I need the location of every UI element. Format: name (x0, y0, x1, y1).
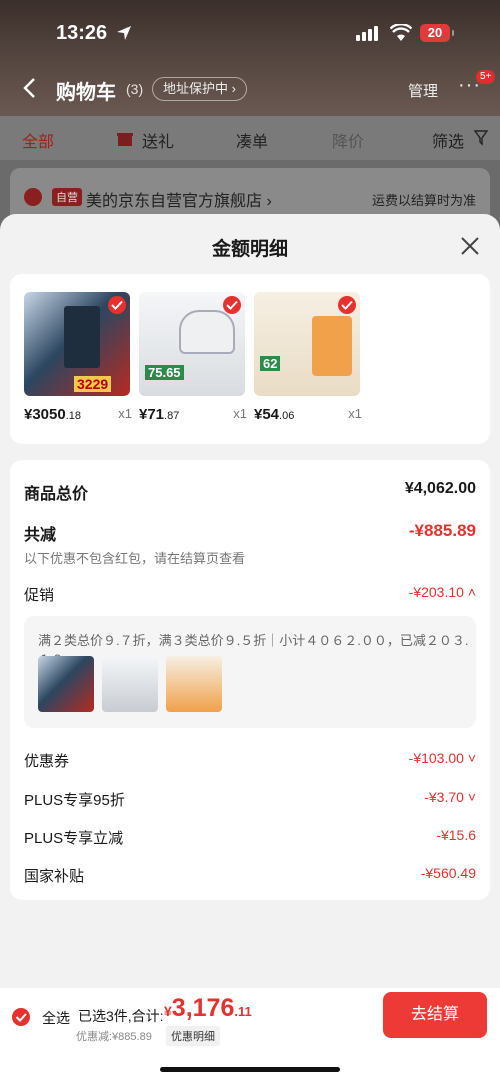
store-name[interactable]: 美的京东自营官方旗舰店 › (86, 187, 272, 211)
checkout-button[interactable]: 去结算 (383, 992, 487, 1038)
page-title: 购物车 (56, 82, 116, 104)
promo-product-thumbnail (38, 656, 94, 712)
product-qty: x1 (348, 406, 362, 421)
battery-icon: 20 (420, 24, 454, 42)
message-badge: 5+ (476, 70, 496, 84)
back-arrow-icon[interactable] (22, 76, 38, 100)
product-qty: x1 (118, 406, 132, 421)
cart-count: (3) (126, 81, 144, 97)
plus-reduce-value: -¥15.6 (436, 827, 476, 843)
status-time: 13:26 (56, 22, 108, 44)
plus95-value[interactable]: -¥3.70 ˅ (424, 789, 476, 805)
product-item[interactable]: 62 ¥54.06 x1 (254, 292, 362, 423)
product-list: 3229 ¥3050.18 x1 75.65 ¥71.87 x1 62 ¥54.… (10, 274, 490, 444)
tab-filter[interactable]: 筛选 (432, 128, 464, 152)
promo-label: 促销 (24, 587, 55, 604)
signal-icon (356, 26, 378, 41)
filter-tabs: 全部 送礼 凑单 降价 筛选 (0, 116, 500, 160)
check-icon (223, 296, 241, 314)
check-icon (108, 296, 126, 314)
check-icon (338, 296, 356, 314)
total-goods-value: ¥4,062.00 (404, 480, 476, 497)
reduced-amount: 优惠减:¥885.89 (76, 1031, 152, 1043)
product-price: ¥3050.18 (24, 406, 82, 423)
sheet-title: 金额明细 (211, 239, 288, 260)
discount-detail-link[interactable]: 优惠明细 (166, 1026, 220, 1046)
subsidy-value: -¥560.49 (420, 865, 476, 881)
product-price: ¥54.06 (254, 406, 295, 423)
tab-gift[interactable]: 送礼 (142, 128, 174, 152)
filter-funnel-icon (474, 130, 488, 146)
check-icon (15, 1013, 27, 1022)
total-reduce-value: -¥885.89 (408, 521, 476, 540)
product-thumbnail: 3229 (24, 292, 130, 396)
product-qty: x1 (233, 406, 247, 421)
plus95-label: PLUS专享95折 (24, 792, 125, 809)
close-icon[interactable] (460, 236, 480, 256)
product-thumbnail: 75.65 (139, 292, 245, 396)
selected-info: 已选3件,合计: (78, 1008, 164, 1024)
tab-all[interactable]: 全部 (22, 128, 54, 152)
price-breakdown: 商品总价 ¥4,062.00 共减 -¥885.89 以下优惠不包含红包，请在结… (10, 460, 490, 900)
product-item[interactable]: 75.65 ¥71.87 x1 (139, 292, 247, 423)
wifi-icon (390, 24, 412, 41)
coupon-label: 优惠券 (24, 753, 70, 770)
self-operated-tag: 自营 (52, 188, 82, 206)
home-indicator (160, 1067, 340, 1072)
product-item[interactable]: 3229 ¥3050.18 x1 (24, 292, 132, 423)
product-thumbnail: 62 (254, 292, 360, 396)
coupon-value[interactable]: -¥103.00 ˅ (409, 750, 476, 766)
select-all-checkbox[interactable] (12, 1008, 30, 1026)
total-amount: ¥3,176.11 (164, 994, 252, 1022)
tab-bundle[interactable]: 凑单 (236, 128, 268, 152)
amount-detail-sheet: 金额明细 3229 ¥3050.18 x1 75.65 ¥71.87 x1 62… (0, 214, 500, 1083)
shipping-note: 运费以结算时为准 (371, 193, 476, 208)
reduce-note: 以下优惠不包含红包，请在结算页查看 (24, 551, 246, 566)
address-protect-button[interactable]: 地址保护中 › (152, 77, 247, 101)
status-bar: 13:26 20 (0, 0, 500, 64)
product-price: ¥71.87 (139, 406, 180, 423)
subsidy-label: 国家补贴 (24, 868, 85, 885)
promo-detail-box: 满２类总价９.７折，满３类总价９.５折｜小计４０６２.００，已减２０３.１０ (24, 616, 476, 728)
manage-button[interactable]: 管理 (408, 80, 438, 101)
gift-icon (117, 133, 133, 146)
total-reduce-label: 共减 (24, 527, 57, 544)
promo-product-thumbnail (166, 656, 222, 712)
location-arrow-icon (117, 26, 131, 40)
total-goods-label: 商品总价 (24, 486, 89, 503)
select-all-label[interactable]: 全选 (42, 1008, 70, 1028)
promo-value[interactable]: -¥203.10 ˄ (409, 584, 476, 600)
store-checkbox[interactable] (24, 188, 42, 206)
cart-header: 购物车 (3) 地址保护中 › 管理 ··· 5+ (0, 66, 500, 112)
promo-product-thumbnail (102, 656, 158, 712)
tab-price-drop[interactable]: 降价 (332, 128, 364, 152)
plus-reduce-label: PLUS专享立减 (24, 830, 124, 847)
